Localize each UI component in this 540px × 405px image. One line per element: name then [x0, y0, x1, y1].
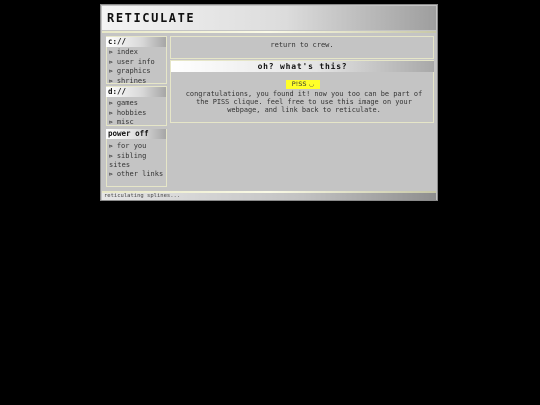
sidebar-heading-d: d:// — [106, 87, 166, 97]
triangle-bullet-icon: ⊳ — [109, 143, 113, 150]
triangle-bullet-icon: ⊳ — [109, 100, 113, 107]
triangle-bullet-icon: ⊳ — [109, 68, 113, 76]
sidebar-item-for-you[interactable]: ⊳ for you — [109, 142, 167, 152]
sidebar-item-games[interactable]: ⊳ games — [109, 99, 167, 109]
triangle-bullet-icon: ⊳ — [109, 170, 113, 178]
sidebar-item-misc[interactable]: ⊳ misc — [109, 118, 167, 128]
footer-text: reticulating splines... — [104, 193, 181, 199]
site-banner: RETICULATE — [102, 6, 436, 30]
page-heading: oh? what's this? — [171, 61, 434, 72]
return-to-crew-link[interactable]: return to crew. — [170, 41, 434, 49]
sidebar-item-user-info[interactable]: ⊳ user info — [109, 58, 167, 68]
banner-divider — [102, 31, 436, 33]
sidebar-item-shrines[interactable]: ⊳ shrines — [109, 77, 167, 87]
page-frame: RETICULATE c:// ⊳ index ⊳ user info ⊳ gr… — [100, 4, 438, 201]
sidebar-item-index[interactable]: ⊳ index — [109, 48, 167, 58]
sidebar-item-hobbies[interactable]: ⊳ hobbies — [109, 109, 167, 119]
sidebar-item-sibling-sites[interactable]: ⊳ sibling sites — [109, 152, 167, 170]
sidebar-item-other-links[interactable]: ⊳ other links — [109, 170, 167, 180]
sidebar-list-c: ⊳ index ⊳ user info ⊳ graphics ⊳ shrines — [109, 48, 167, 86]
triangle-bullet-icon: ⊳ — [109, 58, 113, 66]
clique-message: congratulations, you found it! now you t… — [185, 90, 423, 115]
piss-clique-badge[interactable]: P!SS ◡ — [286, 80, 320, 89]
triangle-bullet-icon: ⊳ — [109, 49, 113, 56]
triangle-bullet-icon: ⊳ — [109, 77, 113, 85]
footer-bar: reticulating splines... — [102, 193, 436, 200]
triangle-bullet-icon: ⊳ — [109, 109, 113, 117]
triangle-bullet-icon: ⊳ — [109, 152, 113, 160]
sidebar-list-d: ⊳ games ⊳ hobbies ⊳ misc — [109, 99, 167, 128]
sidebar-heading-c: c:// — [106, 37, 166, 47]
sidebar-list-power: ⊳ for you ⊳ sibling sites ⊳ other links — [109, 142, 167, 179]
sidebar-item-graphics[interactable]: ⊳ graphics — [109, 67, 167, 77]
sidebar-heading-power: power off — [106, 129, 166, 139]
triangle-bullet-icon: ⊳ — [109, 119, 113, 127]
site-title: RETICULATE — [107, 11, 196, 25]
